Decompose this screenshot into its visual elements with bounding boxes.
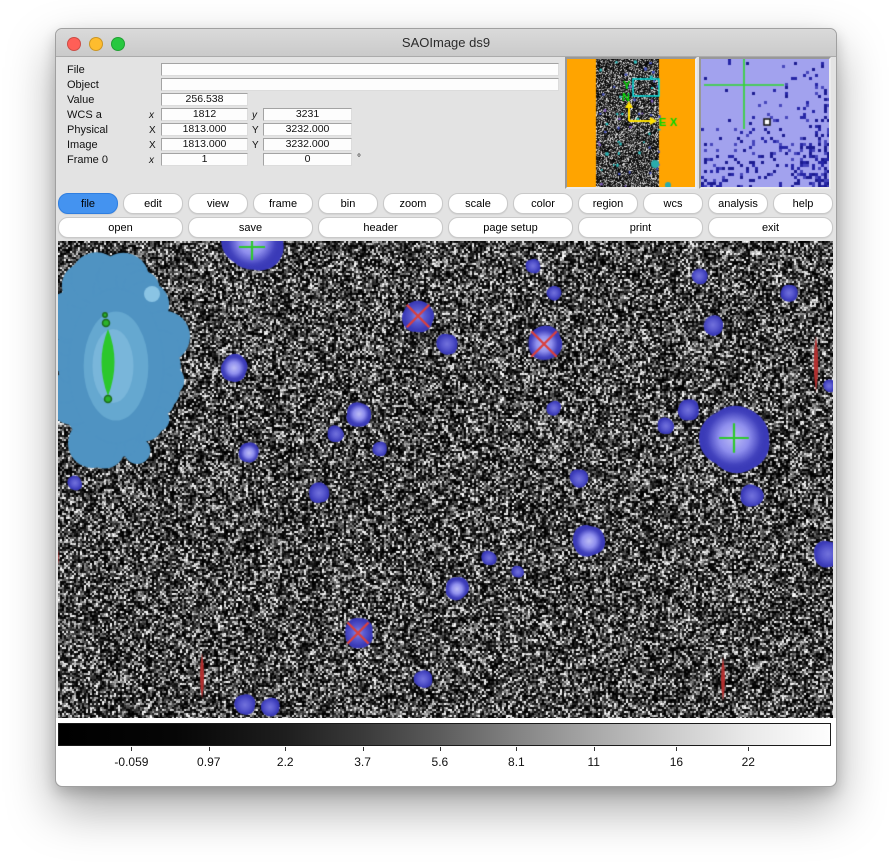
image-x-label: X bbox=[149, 140, 156, 151]
colorbar-tick-label: -0.059 bbox=[114, 755, 148, 769]
panner-canvas[interactable] bbox=[567, 59, 695, 187]
object-field[interactable] bbox=[161, 78, 559, 91]
save-button[interactable]: save bbox=[188, 217, 313, 238]
menu-zoom-button[interactable]: zoom bbox=[383, 193, 443, 214]
info-row-frame: Frame 0 x 1 0 ° bbox=[56, 153, 566, 167]
colorbar-tick-label: 3.7 bbox=[354, 755, 371, 769]
physical-y-label: Y bbox=[252, 125, 259, 136]
close-button[interactable] bbox=[67, 37, 81, 51]
frame-zoom-field[interactable]: 1 bbox=[161, 153, 248, 166]
image-y-label: Y bbox=[252, 140, 259, 151]
physical-x-label: X bbox=[149, 125, 156, 136]
physical-x-field[interactable]: 1813.000 bbox=[161, 123, 248, 136]
minimize-button[interactable] bbox=[89, 37, 103, 51]
frame-label: Frame 0 bbox=[67, 154, 108, 166]
frame-rotation-field[interactable]: 0 bbox=[263, 153, 352, 166]
menu-bin-button[interactable]: bin bbox=[318, 193, 378, 214]
page-setup-button[interactable]: page setup bbox=[448, 217, 573, 238]
colorbar-tickmark bbox=[363, 747, 364, 751]
magnifier-canvas bbox=[701, 59, 829, 187]
menu-region-button[interactable]: region bbox=[578, 193, 638, 214]
menu-edit-button[interactable]: edit bbox=[123, 193, 183, 214]
image-x-field[interactable]: 1813.000 bbox=[161, 138, 248, 151]
colorbar-tickmark bbox=[516, 747, 517, 751]
wcs-label: WCS a bbox=[67, 109, 102, 121]
wcs-y-field[interactable]: 3231 bbox=[263, 108, 352, 121]
menu-view-button[interactable]: view bbox=[188, 193, 248, 214]
info-row-file: File bbox=[56, 63, 566, 77]
value-label: Value bbox=[67, 94, 94, 106]
wcs-x-label: x bbox=[149, 110, 154, 121]
panner-frame bbox=[565, 57, 697, 189]
colorbar-tickmark bbox=[209, 747, 210, 751]
menubar: file edit view frame bin zoom scale colo… bbox=[58, 193, 833, 214]
colorbar-tick-label: 5.6 bbox=[432, 755, 449, 769]
header-button[interactable]: header bbox=[318, 217, 443, 238]
object-label: Object bbox=[67, 79, 99, 91]
colorbar-tickmark bbox=[285, 747, 286, 751]
file-actions-bar: open save header page setup print exit bbox=[58, 217, 833, 238]
menu-file-button[interactable]: file bbox=[58, 193, 118, 214]
colorbar-tickmark bbox=[676, 747, 677, 751]
traffic-lights bbox=[67, 37, 125, 51]
menu-wcs-button[interactable]: wcs bbox=[643, 193, 703, 214]
info-row-value: Value 256.538 bbox=[56, 93, 566, 107]
menu-help-button[interactable]: help bbox=[773, 193, 833, 214]
physical-y-field[interactable]: 3232.000 bbox=[263, 123, 352, 136]
colorbar-section: -0.059 0.97 2.2 3.7 5.6 8.1 11 16 22 bbox=[56, 718, 836, 786]
colorbar-tick-label: 8.1 bbox=[508, 755, 525, 769]
colorbar-tickmark bbox=[748, 747, 749, 751]
colorbar-tickmark bbox=[131, 747, 132, 751]
colorbar-tickmark bbox=[440, 747, 441, 751]
window-title: SAOImage ds9 bbox=[402, 35, 490, 50]
magnifier-frame bbox=[699, 57, 831, 189]
colorbar-tick-label: 0.97 bbox=[197, 755, 220, 769]
app-window: SAOImage ds9 File Object Value 256.538 W… bbox=[55, 28, 837, 787]
colorbar-gradient[interactable] bbox=[58, 723, 831, 746]
value-field[interactable]: 256.538 bbox=[161, 93, 248, 106]
image-label: Image bbox=[67, 139, 98, 151]
physical-label: Physical bbox=[67, 124, 108, 136]
colorbar-tickmark bbox=[594, 747, 595, 751]
degree-symbol: ° bbox=[357, 153, 361, 164]
menu-scale-button[interactable]: scale bbox=[448, 193, 508, 214]
colorbar-tick-label: 11 bbox=[587, 755, 599, 769]
menu-frame-button[interactable]: frame bbox=[253, 193, 313, 214]
info-row-object: Object bbox=[56, 78, 566, 92]
print-button[interactable]: print bbox=[578, 217, 703, 238]
open-button[interactable]: open bbox=[58, 217, 183, 238]
info-panel: File Object Value 256.538 WCS a x 1812 y… bbox=[56, 59, 566, 189]
colorbar-ticks: -0.059 0.97 2.2 3.7 5.6 8.1 11 16 22 bbox=[58, 747, 831, 779]
colorbar-tick-label: 2.2 bbox=[277, 755, 294, 769]
menu-color-button[interactable]: color bbox=[513, 193, 573, 214]
frame-x-label: x bbox=[149, 155, 154, 166]
colorbar-tick-label: 16 bbox=[670, 755, 683, 769]
titlebar: SAOImage ds9 bbox=[56, 29, 836, 57]
exit-button[interactable]: exit bbox=[708, 217, 833, 238]
wcs-y-label: y bbox=[252, 110, 257, 121]
info-row-wcs: WCS a x 1812 y 3231 bbox=[56, 108, 566, 122]
file-label: File bbox=[67, 64, 85, 76]
file-field[interactable] bbox=[161, 63, 559, 76]
info-row-physical: Physical X 1813.000 Y 3232.000 bbox=[56, 123, 566, 137]
wcs-x-field[interactable]: 1812 bbox=[161, 108, 248, 121]
colorbar-tick-label: 22 bbox=[742, 755, 755, 769]
menu-analysis-button[interactable]: analysis bbox=[708, 193, 768, 214]
image-y-field[interactable]: 3232.000 bbox=[263, 138, 352, 151]
main-image-canvas[interactable] bbox=[58, 241, 833, 718]
info-row-image: Image X 1813.000 Y 3232.000 bbox=[56, 138, 566, 152]
maximize-button[interactable] bbox=[111, 37, 125, 51]
